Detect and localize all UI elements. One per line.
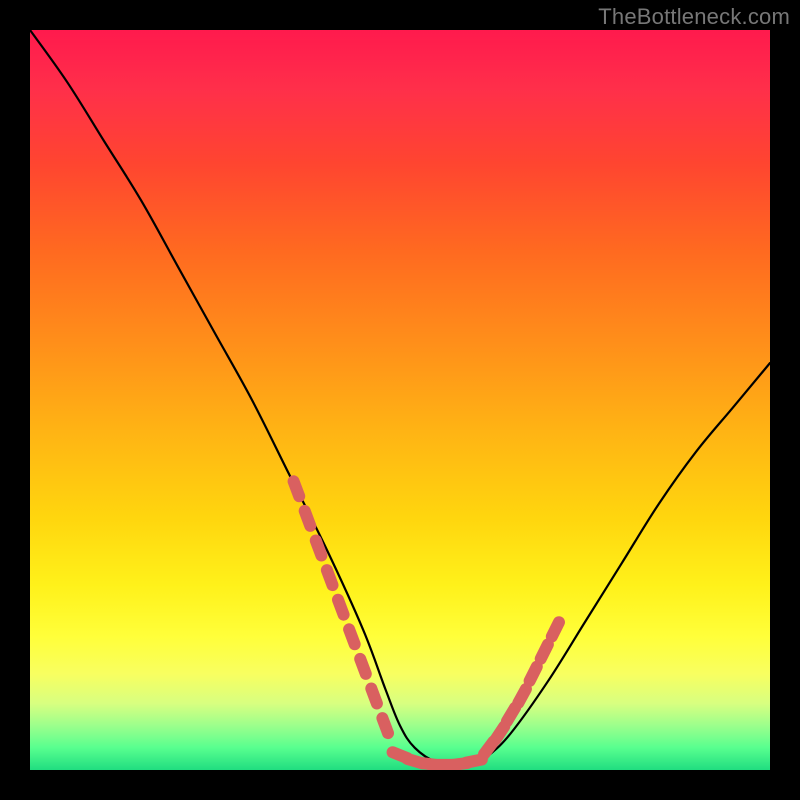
marker-pill xyxy=(495,726,504,739)
marker-pill xyxy=(360,659,366,674)
chart-stage: TheBottleneck.com xyxy=(0,0,800,800)
curve-layer xyxy=(30,30,770,770)
marker-pill xyxy=(371,689,377,704)
marker-pill xyxy=(305,511,311,526)
marker-pill xyxy=(518,689,526,703)
marker-pill xyxy=(507,708,515,722)
marker-pill xyxy=(327,570,333,585)
marker-pill xyxy=(541,644,548,658)
marker-pill xyxy=(466,760,482,763)
marker-pill xyxy=(338,600,344,615)
plot-area xyxy=(30,30,770,770)
marker-pill xyxy=(294,481,300,496)
watermark-text: TheBottleneck.com xyxy=(598,4,790,30)
marker-pill xyxy=(382,718,388,733)
marker-pill xyxy=(349,629,355,644)
marker-pill xyxy=(530,667,537,681)
marker-pill xyxy=(316,541,322,556)
marker-pill xyxy=(552,622,559,636)
bottleneck-curve xyxy=(30,30,770,766)
